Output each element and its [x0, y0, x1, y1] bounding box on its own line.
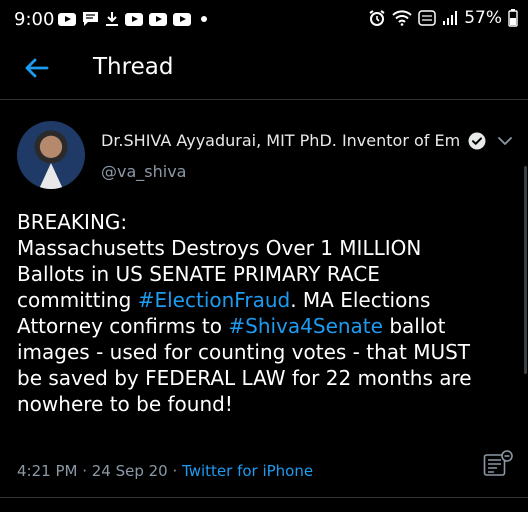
signal-icon [442, 10, 458, 26]
status-clock: 9:00 [14, 9, 55, 30]
author-name[interactable]: Dr.SHIVA Ayyadurai, MIT PhD. Inventor of… [101, 131, 459, 150]
tweet-text-segment: Attorney confirms to [17, 314, 229, 338]
bottom-divider [0, 497, 528, 498]
tweet-text-line: BREAKING: [17, 209, 517, 235]
tweet-text: BREAKING: Massachusetts Destroys Over 1 M… [17, 209, 517, 417]
avatar[interactable] [17, 121, 85, 189]
alarm-icon [368, 9, 386, 27]
verified-badge-icon [468, 132, 486, 150]
hashtag-link[interactable]: #ElectionFraud [138, 288, 290, 312]
youtube-icon [125, 12, 143, 26]
dot-icon [201, 16, 207, 22]
analytics-icon[interactable] [483, 450, 513, 478]
thread-header: Thread [0, 40, 528, 98]
arrow-left-icon[interactable] [22, 54, 50, 82]
tweet-text-segment: . MA Elections [290, 288, 431, 312]
header-divider [0, 99, 528, 100]
youtube-icon [58, 12, 76, 26]
tweet-text-line: nowhere to be found! [17, 391, 517, 417]
chevron-down-icon[interactable] [497, 134, 513, 148]
youtube-icon [149, 12, 167, 26]
system-icons: 57% [362, 8, 518, 28]
tweet-source-link[interactable]: Twitter for iPhone [182, 462, 313, 480]
tweet-text-line: be saved by FEDERAL LAW for 22 months ar… [17, 365, 517, 391]
tweet-text-segment: images - used for counting votes - that … [17, 340, 471, 364]
battery-icon [508, 9, 518, 27]
message-icon [82, 11, 99, 27]
tweet-text-segment: Ballots in US SENATE PRIMARY RACE [17, 262, 380, 286]
battery-percent: 57% [464, 8, 502, 28]
tweet-text-line: Massachusetts Destroys Over 1 MILLION [17, 235, 517, 261]
tweet-timestamp: 4:21 PM · 24 Sep 20 · [17, 462, 183, 480]
wifi-icon [392, 10, 412, 26]
tweet-text-segment: ballot [382, 314, 446, 338]
tweet-text-line: committing #ElectionFraud. MA Elections [17, 287, 517, 313]
volte-icon [418, 10, 436, 26]
status-bar: 9:00 57% [0, 0, 528, 40]
tweet-meta: 4:21 PM · 24 Sep 20 · Twitter for iPhone [17, 462, 313, 480]
tweet-text-segment: committing [17, 288, 138, 312]
page-title: Thread [93, 54, 174, 80]
scrollbar-thumb[interactable] [524, 166, 527, 374]
author-handle[interactable]: @va_shiva [101, 162, 186, 181]
tweet-text-segment: Massachusetts Destroys Over 1 MILLION [17, 236, 422, 260]
notification-icons [58, 11, 213, 27]
tweet-text-segment: be saved by FEDERAL LAW for 22 months ar… [17, 366, 472, 390]
tweet-text-line: images - used for counting votes - that … [17, 339, 517, 365]
youtube-icon [173, 12, 191, 26]
hashtag-link[interactable]: #Shiva4Senate [228, 314, 383, 338]
tweet-text-line: Ballots in US SENATE PRIMARY RACE [17, 261, 517, 287]
download-icon [105, 11, 119, 27]
tweet-text-line: Attorney confirms to #Shiva4Senate ballo… [17, 313, 517, 339]
tweet-text-segment: BREAKING: [17, 210, 128, 234]
tweet-text-segment: nowhere to be found! [17, 392, 233, 416]
